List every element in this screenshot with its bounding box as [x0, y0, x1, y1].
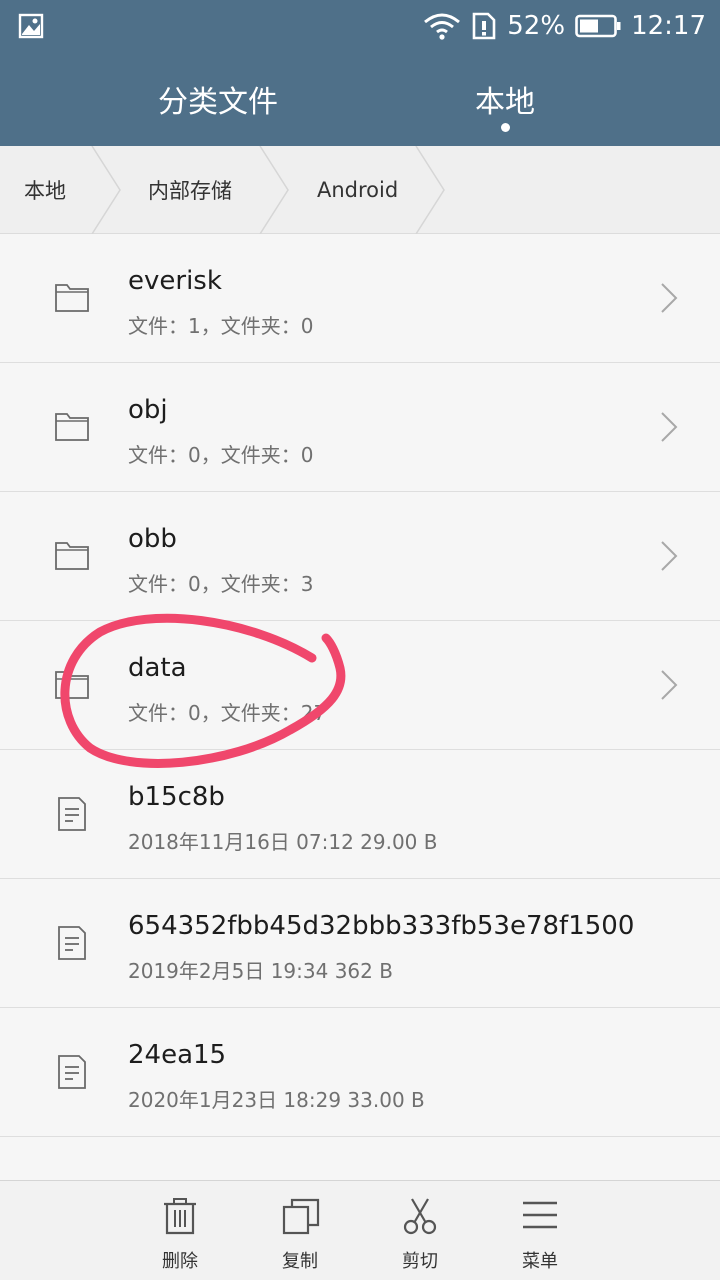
battery-icon: [575, 14, 621, 38]
item-meta: 文件：0，文件夹：27: [128, 701, 327, 725]
document-icon: [58, 926, 86, 960]
item-meta: 文件：1，文件夹：0: [128, 314, 314, 338]
cut-label: 剪切: [402, 1251, 438, 1272]
sim-alert-icon: [472, 12, 496, 40]
item-name: data: [128, 653, 187, 683]
list-item-obb[interactable]: obb 文件：0，文件夹：3: [0, 492, 720, 621]
breadcrumb-separator: [415, 146, 445, 234]
bottom-toolbar: 删除 复制 剪切 菜单: [0, 1180, 720, 1280]
copy-icon: [282, 1198, 320, 1235]
item-meta: 2018年11月16日 07:12 29.00 B: [128, 830, 438, 854]
list-item-data[interactable]: data 文件：0，文件夹：27: [0, 621, 720, 750]
breadcrumb: 本地 内部存储 Android: [0, 146, 720, 234]
list-item-24ea15[interactable]: 24ea15 2020年1月23日 18:29 33.00 B: [0, 1008, 720, 1137]
folder-icon: [55, 671, 89, 699]
breadcrumb-separator: [91, 146, 121, 234]
item-name: everisk: [128, 266, 222, 296]
breadcrumb-item-local[interactable]: 本地: [24, 146, 66, 234]
battery-percent: 52%: [507, 11, 566, 41]
item-name: 24ea15: [128, 1040, 227, 1070]
item-meta: 2019年2月5日 19:34 362 B: [128, 959, 393, 983]
copy-button[interactable]: 复制: [255, 1181, 345, 1280]
folder-icon: [55, 284, 89, 312]
copy-label: 复制: [282, 1251, 318, 1272]
folder-icon: [55, 542, 89, 570]
breadcrumb-label: Android: [317, 178, 399, 202]
menu-label: 菜单: [522, 1251, 558, 1272]
item-meta: 2020年1月23日 18:29 33.00 B: [128, 1088, 425, 1112]
delete-button[interactable]: 删除: [135, 1181, 225, 1280]
status-bar: 52% 12:17: [0, 0, 720, 52]
scissors-icon: [403, 1198, 437, 1235]
cut-button[interactable]: 剪切: [375, 1181, 465, 1280]
list-item-everisk[interactable]: everisk 文件：1，文件夹：0: [0, 234, 720, 363]
breadcrumb-separator: [259, 146, 289, 234]
delete-label: 删除: [162, 1251, 198, 1272]
tab-category-files[interactable]: 分类文件: [35, 52, 395, 146]
folder-icon: [55, 413, 89, 441]
breadcrumb-label: 本地: [24, 179, 66, 203]
active-tab-indicator: [501, 123, 510, 132]
document-icon: [58, 1055, 86, 1089]
item-meta: 文件：0，文件夹：3: [128, 572, 314, 596]
item-meta: 文件：0，文件夹：0: [128, 443, 314, 467]
document-icon: [58, 797, 86, 831]
chevron-right-icon: [661, 670, 678, 700]
tab-local[interactable]: 本地: [360, 52, 650, 146]
trash-icon: [164, 1198, 196, 1235]
wifi-icon: [424, 13, 461, 40]
chevron-right-icon: [661, 412, 678, 442]
item-name: obj: [128, 395, 168, 425]
breadcrumb-item-internal-storage[interactable]: 内部存储: [148, 146, 232, 234]
list-item-654352[interactable]: 654352fbb45d32bbb333fb53e78f1500 2019年2月…: [0, 879, 720, 1008]
chevron-right-icon: [661, 283, 678, 313]
chevron-right-icon: [661, 541, 678, 571]
item-name: 654352fbb45d32bbb333fb53e78f1500: [128, 911, 635, 941]
header-tabs: 分类文件 本地: [0, 52, 720, 146]
item-name: b15c8b: [128, 782, 225, 812]
list-item-b15c8b[interactable]: b15c8b 2018年11月16日 07:12 29.00 B: [0, 750, 720, 879]
menu-icon: [523, 1201, 557, 1229]
clock: 12:17: [631, 11, 706, 41]
item-name: obb: [128, 524, 177, 554]
breadcrumb-item-android[interactable]: Android: [317, 146, 398, 234]
tab-label: 本地: [475, 85, 535, 120]
tab-label: 分类文件: [158, 85, 278, 120]
breadcrumb-label: 内部存储: [148, 179, 232, 203]
list-item-obj[interactable]: obj 文件：0，文件夹：0: [0, 363, 720, 492]
gallery-icon: [18, 13, 44, 39]
file-list: everisk 文件：1，文件夹：0 obj 文件：0，文件夹：0 obb 文件…: [0, 234, 720, 1137]
menu-button[interactable]: 菜单: [495, 1181, 585, 1280]
